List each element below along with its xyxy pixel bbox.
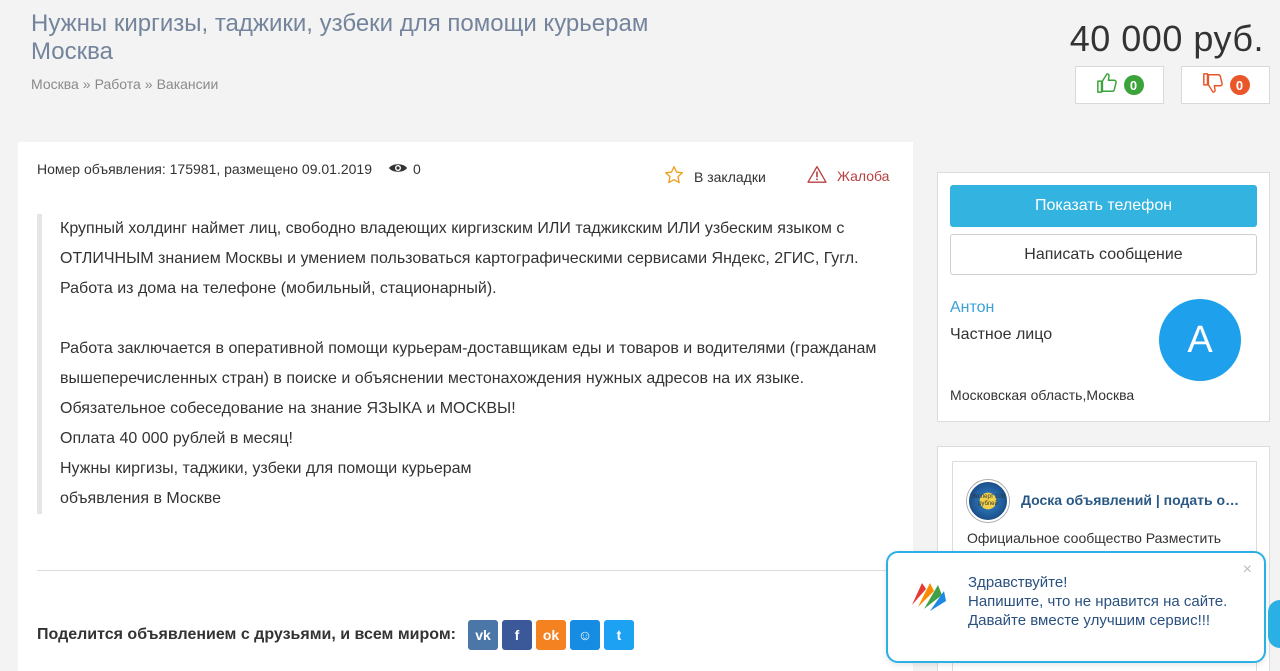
chat-line: Здравствуйте! [968, 574, 1068, 591]
breadcrumb-vacancies[interactable]: Вакансии [157, 76, 219, 92]
warning-icon [807, 165, 827, 186]
share-moimir-button[interactable]: ☺ [570, 620, 601, 650]
breadcrumb-separator: » [82, 76, 91, 92]
moimir-icon: ☺ [577, 627, 593, 643]
share-label: Поделится объявлением с друзьями, и всем… [37, 626, 457, 643]
chat-message: Здравствуйте! Напишите, что не нравится … [968, 573, 1238, 630]
thumbs-down-icon [1202, 72, 1224, 99]
views-counter: 0 [388, 161, 421, 177]
seller-panel: Показать телефон Написать сообщение Анто… [937, 172, 1270, 422]
description-paragraph: Крупный холдинг наймет лиц, свободно вла… [60, 220, 859, 297]
like-button[interactable]: 0 [1075, 66, 1164, 104]
dislike-button[interactable]: 0 [1181, 66, 1270, 104]
description-paragraph: объявления в Москве [60, 490, 222, 507]
breadcrumb-work[interactable]: Работа [95, 76, 141, 92]
chat-line: Напишите, что не нравится на сайте. [968, 593, 1228, 610]
bookmark-button[interactable]: В закладки [664, 165, 766, 188]
show-phone-button[interactable]: Показать телефон [950, 185, 1257, 227]
breadcrumb-moscow[interactable]: Москва [31, 76, 79, 92]
breadcrumb-separator: » [144, 76, 153, 92]
vk-icon: vk [475, 627, 491, 643]
facebook-icon: f [514, 627, 520, 643]
chat-toggle-tab[interactable] [1268, 600, 1280, 648]
listing-description: Крупный холдинг наймет лиц, свободно вла… [37, 214, 877, 514]
odnoklassniki-icon: ok [542, 627, 560, 643]
close-icon[interactable]: × [1243, 561, 1252, 579]
share-vk-button[interactable]: vk [468, 620, 499, 650]
share-section: Поделится объявлением с друзьями, и всем… [37, 620, 635, 650]
complaint-button[interactable]: Жалоба [807, 165, 889, 186]
community-logo-icon[interactable]: Эксперт 100 рублей [967, 480, 1009, 522]
share-twitter-button[interactable]: t [604, 620, 635, 650]
seller-name-link[interactable]: Антон [950, 299, 994, 317]
price: 40 000 руб. [1069, 18, 1264, 59]
description-paragraph: Оплата 40 000 рублей в месяц! [60, 430, 293, 447]
description-paragraph: Обязательное собеседование на знание ЯЗЫ… [60, 400, 516, 417]
share-odnoklassniki-button[interactable]: ok [536, 620, 567, 650]
feedback-chat-popup[interactable]: × Здравствуйте! Напишите, что не нравитс… [886, 551, 1266, 663]
write-message-button[interactable]: Написать сообщение [950, 234, 1257, 275]
star-icon [664, 165, 684, 188]
listing-meta: Номер объявления: 175981, размещено 09.0… [37, 161, 421, 177]
seller-type: Частное лицо [950, 326, 1053, 343]
seller-location: Московская область,Москва [950, 387, 1135, 403]
listing-number-date: Номер объявления: 175981, размещено 09.0… [37, 161, 373, 177]
bookmark-label: В закладки [694, 168, 766, 185]
views-count: 0 [413, 161, 421, 177]
chat-line: Давайте вместе улучшим сервис!!! [968, 612, 1211, 629]
twitter-icon: t [616, 627, 622, 643]
description-paragraph: Работа заключается в оперативной помощи … [60, 340, 877, 387]
thumbs-up-icon [1096, 72, 1118, 99]
listing-card: Номер объявления: 175981, размещено 09.0… [18, 142, 913, 671]
page-title: Нужны киргизы, таджики, узбеки для помощ… [31, 10, 649, 65]
vk-community-description: Официальное сообщество Разместить [967, 530, 1222, 546]
like-count: 0 [1123, 75, 1144, 95]
avatar: A [1159, 299, 1241, 381]
divider [37, 570, 895, 571]
breadcrumb: Москва» Работа» Вакансии [31, 76, 218, 92]
share-buttons: vk f ok ☺ t [468, 620, 635, 650]
complaint-label: Жалоба [837, 167, 890, 184]
chat-logo-icon [908, 575, 948, 615]
description-paragraph: Нужны киргизы, таджики, узбеки для помощ… [60, 460, 472, 477]
vk-community-title[interactable]: Доска объявлений | подать объявление [1021, 492, 1247, 508]
dislike-count: 0 [1229, 75, 1250, 95]
share-facebook-button[interactable]: f [502, 620, 533, 650]
eye-icon [388, 161, 408, 177]
